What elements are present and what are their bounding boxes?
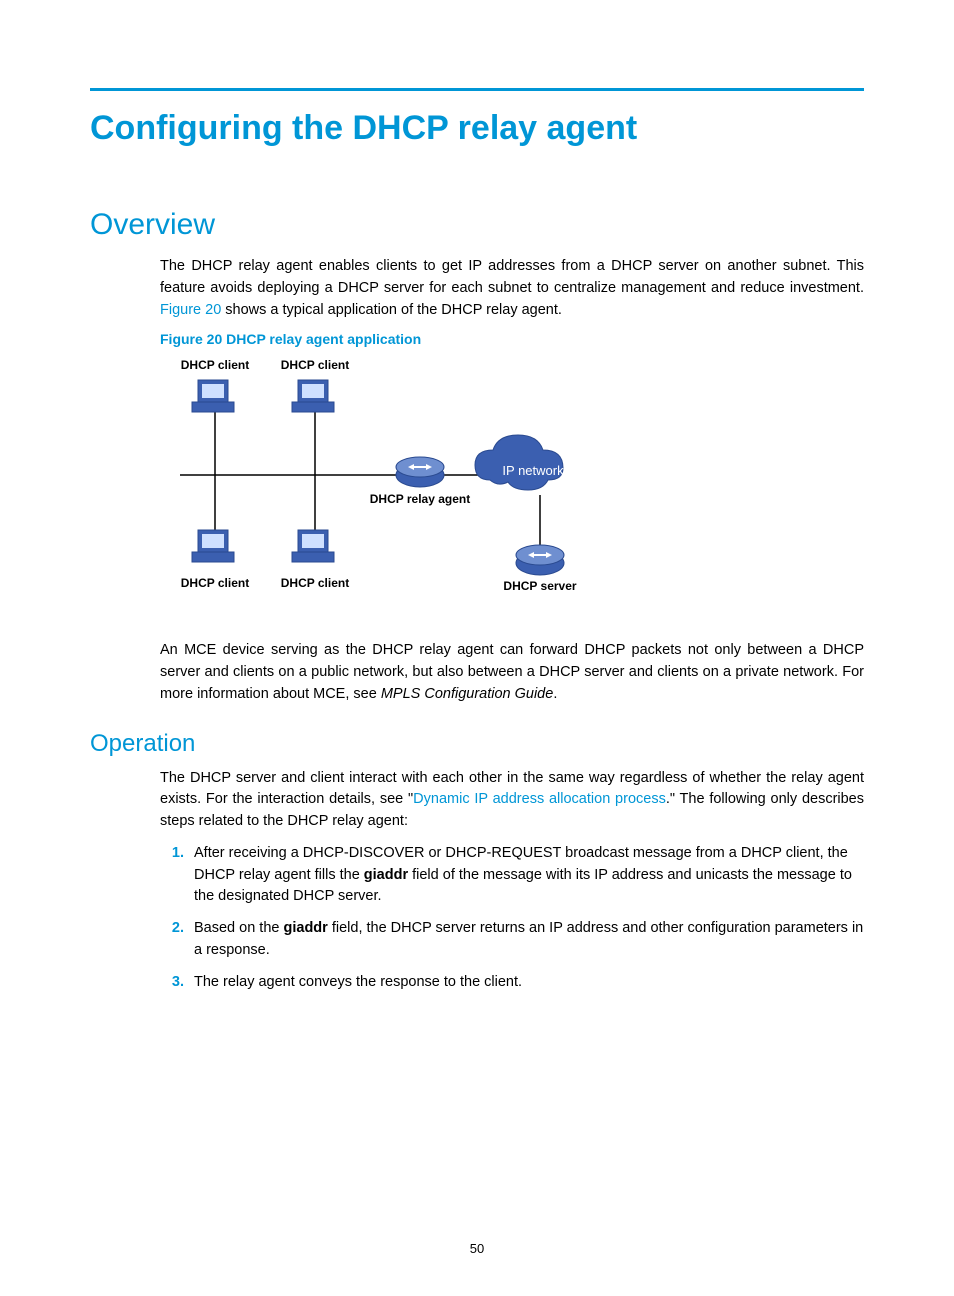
operation-heading: Operation: [90, 730, 864, 758]
label-client-top-right: DHCP client: [281, 358, 349, 372]
page-title: Configuring the DHCP relay agent: [90, 109, 864, 148]
dynamic-ip-link[interactable]: Dynamic IP address allocation process: [413, 791, 666, 807]
text: shows a typical application of the DHCP …: [221, 302, 562, 318]
mpls-guide-ref: MPLS Configuration Guide: [381, 686, 554, 702]
computer-icon: [292, 530, 334, 562]
giaddr-term: giaddr: [284, 920, 328, 936]
overview-heading: Overview: [90, 208, 864, 242]
text: The DHCP relay agent enables clients to …: [160, 258, 864, 296]
step-3: The relay agent conveys the response to …: [188, 972, 864, 994]
computer-icon: [292, 380, 334, 412]
label-server: DHCP server: [503, 579, 576, 593]
figure-20-caption: Figure 20 DHCP relay agent application: [160, 331, 864, 347]
label-client-bottom-right: DHCP client: [281, 576, 349, 590]
router-icon: [516, 545, 564, 575]
overview-paragraph-2: An MCE device serving as the DHCP relay …: [160, 640, 864, 705]
giaddr-term: giaddr: [364, 867, 408, 883]
computer-icon: [192, 380, 234, 412]
step-2: Based on the giaddr field, the DHCP serv…: [188, 918, 864, 962]
figure-20-diagram: IP network DHCP client DHCP client DHCP …: [160, 355, 864, 620]
computer-icon: [192, 530, 234, 562]
text: The relay agent conveys the response to …: [194, 974, 522, 990]
overview-paragraph-1: The DHCP relay agent enables clients to …: [160, 256, 864, 321]
page-number: 50: [0, 1241, 954, 1256]
operation-intro: The DHCP server and client interact with…: [160, 768, 864, 833]
network-diagram-svg: IP network DHCP client DHCP client DHCP …: [160, 355, 620, 615]
label-client-top-left: DHCP client: [181, 358, 249, 372]
label-relay-agent: DHCP relay agent: [370, 492, 470, 506]
cloud-icon: IP network: [475, 435, 564, 490]
label-client-bottom-left: DHCP client: [181, 576, 249, 590]
cloud-label: IP network: [502, 463, 564, 478]
text: Based on the: [194, 920, 284, 936]
figure-20-link[interactable]: Figure 20: [160, 302, 221, 318]
text: .: [553, 686, 557, 702]
router-icon: [396, 457, 444, 487]
operation-steps: After receiving a DHCP-DISCOVER or DHCP-…: [160, 843, 864, 994]
step-1: After receiving a DHCP-DISCOVER or DHCP-…: [188, 843, 864, 908]
top-rule: [90, 88, 864, 91]
